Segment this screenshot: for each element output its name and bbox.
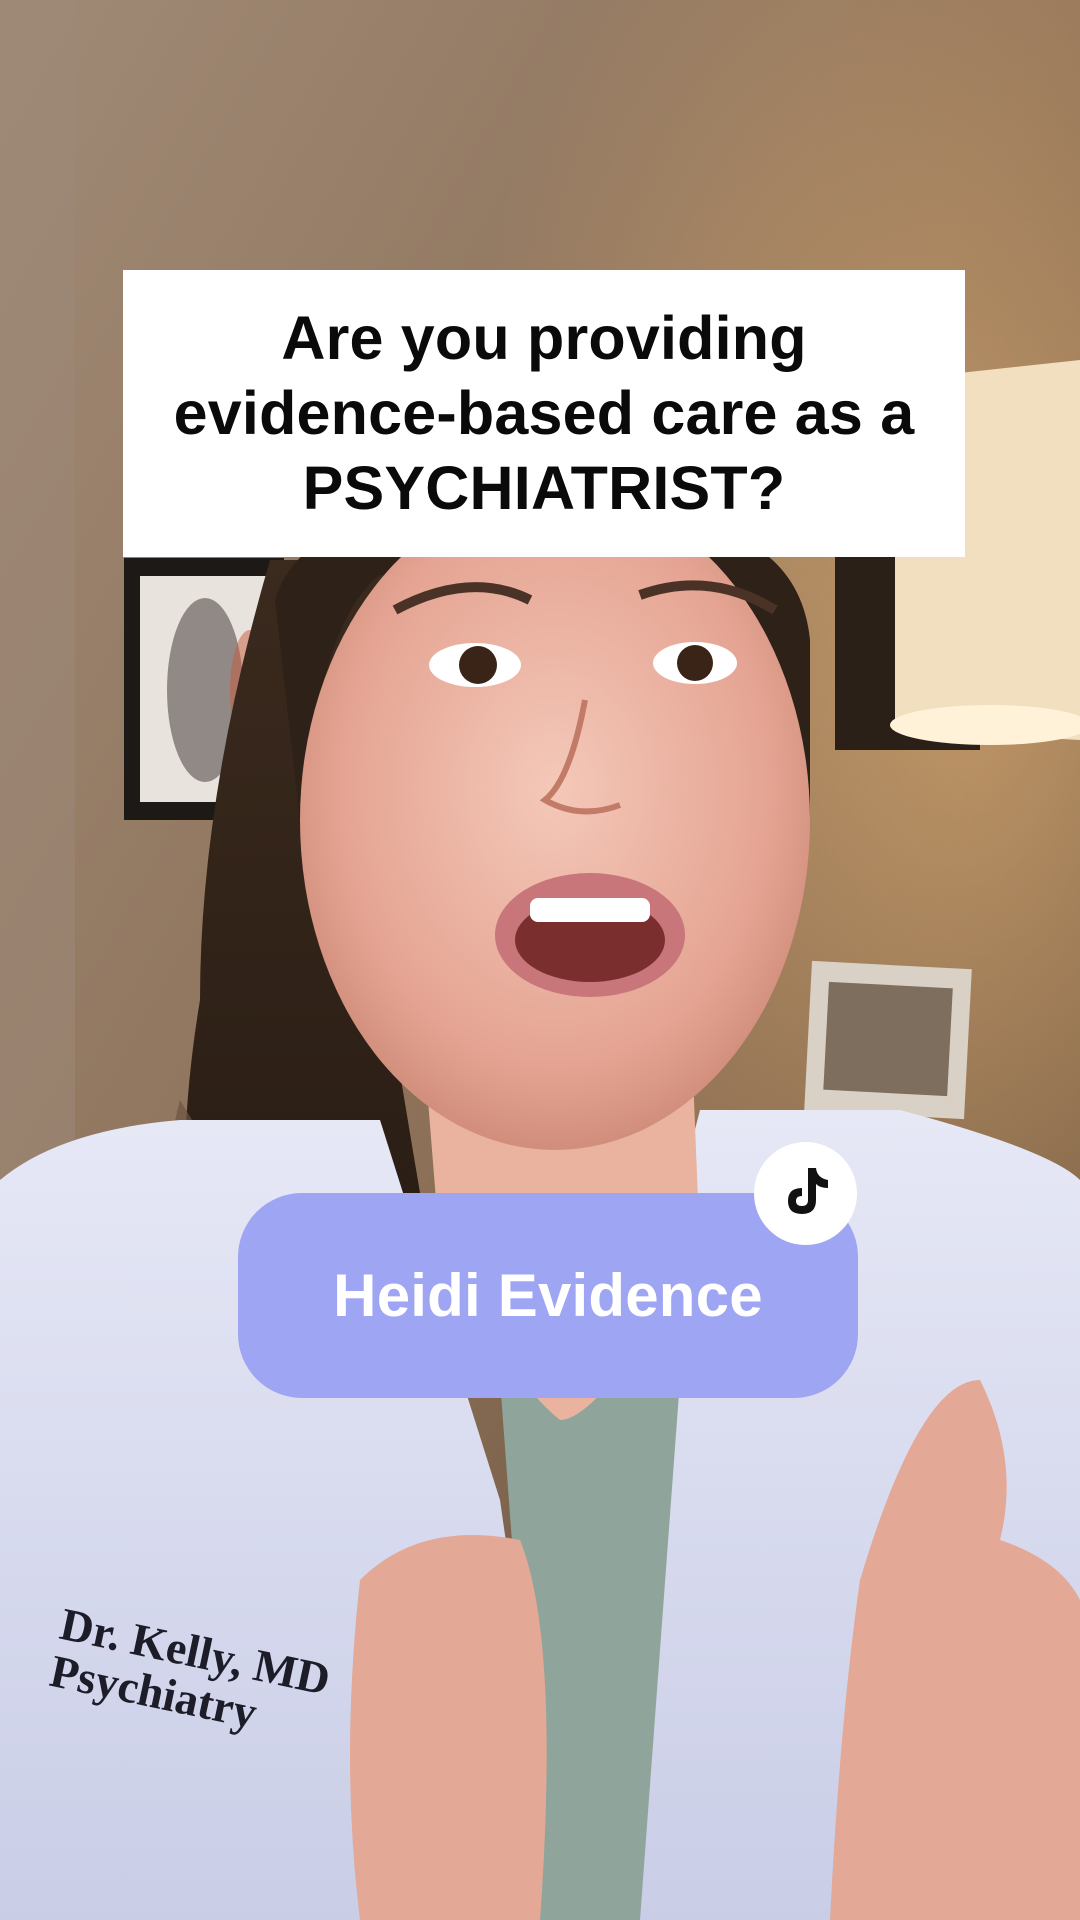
caption-text: Are you providing evidence-based care as… <box>174 301 915 526</box>
door-frame <box>0 0 75 1250</box>
left-hand <box>350 1535 547 1920</box>
tiktok-badge[interactable] <box>754 1142 857 1245</box>
caption-overlay: Are you providing evidence-based care as… <box>123 270 965 557</box>
brand-label: Heidi Evidence <box>333 1262 763 1329</box>
caption-line: PSYCHIATRIST? <box>302 454 786 522</box>
caption-line: Are you providing <box>281 304 807 372</box>
caption-line: evidence-based care as a <box>173 379 915 447</box>
tiktok-icon <box>782 1164 830 1223</box>
